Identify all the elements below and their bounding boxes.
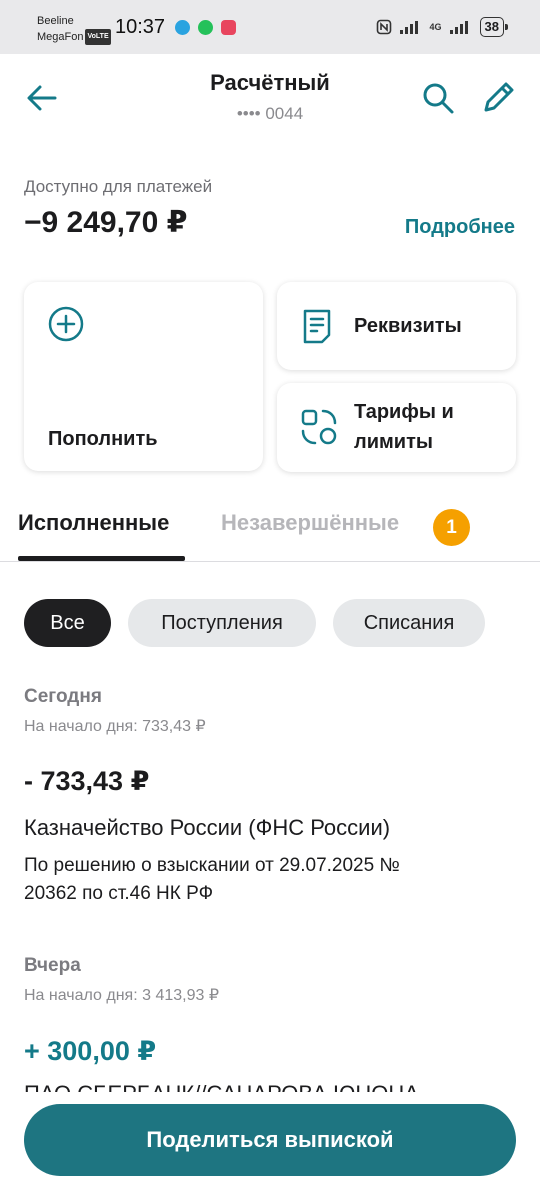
- tab-completed[interactable]: Исполненные: [18, 510, 169, 536]
- tariffs-label-line2: лимиты: [354, 431, 433, 453]
- tariffs-label-line1: Тарифы и: [354, 401, 454, 423]
- share-statement-button[interactable]: Поделиться выпиской: [24, 1104, 516, 1176]
- edit-button[interactable]: [480, 78, 518, 116]
- signal-icon: [399, 21, 418, 34]
- telegram-icon: [175, 20, 190, 35]
- signal-2-icon: [449, 21, 468, 34]
- filter-all[interactable]: Все: [24, 599, 111, 647]
- document-icon: [303, 309, 331, 344]
- transaction-amount-income[interactable]: + 300,00 ₽: [24, 1036, 156, 1067]
- filter-incoming[interactable]: Поступления: [128, 599, 316, 647]
- pencil-icon: [484, 82, 514, 112]
- whatsapp-icon: [198, 20, 213, 35]
- tariffs-card[interactable]: Тарифы и лимиты: [277, 383, 516, 472]
- scroll-clip: ПАО СБЕРБАНК//САНАРОВА ЮНОНА: [0, 1078, 540, 1092]
- transaction-counterparty-partial[interactable]: ПАО СБЕРБАНК//САНАРОВА ЮНОНА: [24, 1081, 419, 1092]
- battery-indicator: 38: [479, 17, 509, 37]
- carrier-2: MegaFon: [37, 31, 84, 43]
- transaction-amount[interactable]: - 733,43 ₽: [24, 766, 149, 797]
- nfc-icon: [376, 19, 391, 35]
- balance-label: Доступно для платежей: [24, 177, 213, 196]
- app-notification-icon: [221, 20, 236, 35]
- transaction-description-line1: По решению о взыскании от 29.07.2025 №: [24, 855, 400, 876]
- tariffs-icon: [301, 409, 337, 445]
- tab-pending[interactable]: Незавершённые: [221, 510, 399, 536]
- search-button[interactable]: [420, 80, 456, 116]
- requisites-card[interactable]: Реквизиты: [277, 282, 516, 370]
- status-bar: Beeline MegaFon VoLTE 10:37 4G 38: [0, 0, 540, 54]
- requisites-label: Реквизиты: [354, 315, 462, 337]
- transaction-description: По решению о взыскании от 29.07.2025 № 2…: [24, 852, 494, 908]
- topup-label: Пополнить: [48, 428, 158, 450]
- opening-balance-yesterday: На начало дня: 3 413,93 ₽: [24, 987, 220, 1004]
- carrier-info: Beeline MegaFon VoLTE: [37, 13, 111, 46]
- day-header-today: Сегодня: [24, 686, 102, 707]
- pending-count-badge: 1: [433, 509, 470, 546]
- details-link[interactable]: Подробнее: [405, 216, 515, 239]
- opening-balance-today: На начало дня: 733,43 ₽: [24, 718, 206, 735]
- page-title: Расчётный: [210, 70, 330, 95]
- balance-value: −9 249,70 ₽: [24, 206, 188, 239]
- carrier-1: Beeline: [37, 15, 74, 27]
- day-header-yesterday: Вчера: [24, 955, 81, 976]
- transaction-description-line2: 20362 по ст.46 НК РФ: [24, 883, 214, 904]
- plus-circle-icon: [48, 306, 84, 342]
- topup-card[interactable]: Пополнить: [24, 282, 263, 471]
- status-icons: 4G 38: [376, 17, 509, 37]
- tabs-divider: [0, 561, 540, 562]
- volte-badge: VoLTE: [85, 29, 111, 46]
- transaction-counterparty[interactable]: Казначейство России (ФНС России): [24, 815, 390, 841]
- filter-outgoing[interactable]: Списания: [333, 599, 485, 647]
- clock: 10:37: [115, 16, 166, 38]
- search-icon: [423, 83, 454, 114]
- account-number: •••• 0044: [236, 104, 304, 123]
- network-type: 4G: [429, 22, 442, 32]
